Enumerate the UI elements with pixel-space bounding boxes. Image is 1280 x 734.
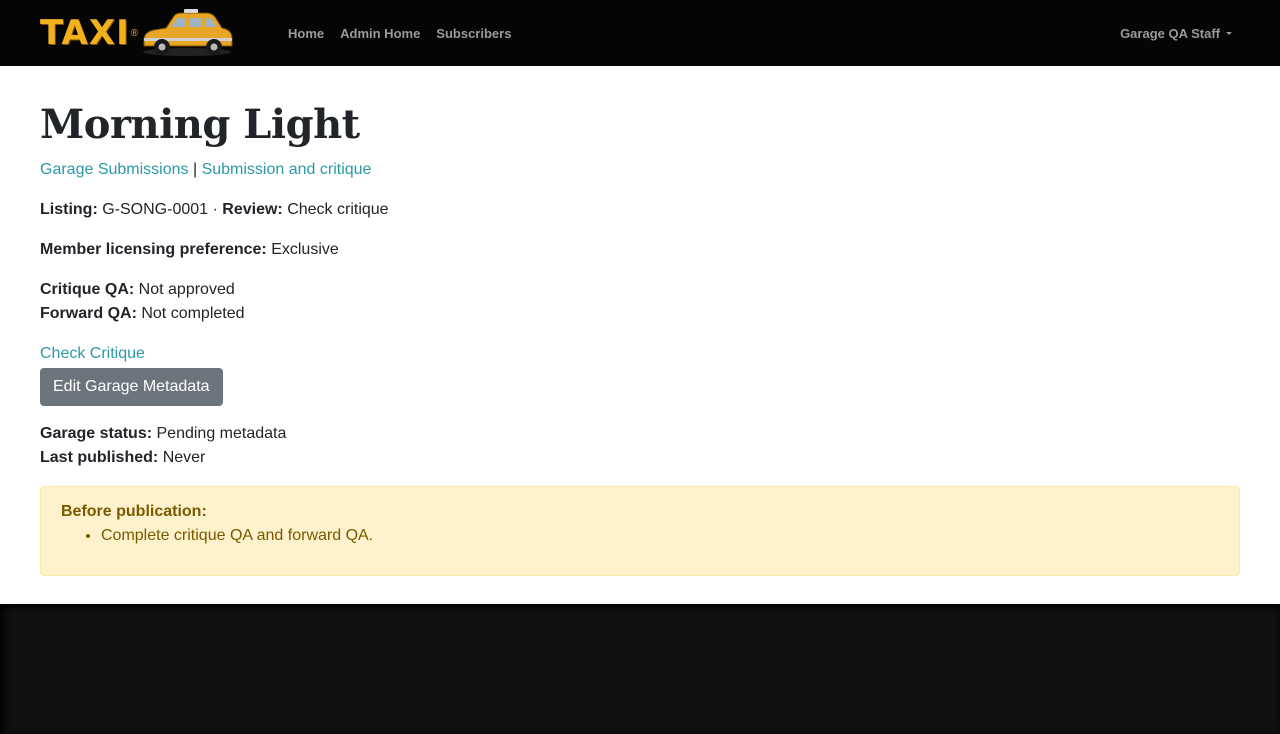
critique-qa-label: Critique QA: (40, 281, 135, 298)
critique-qa-row: Critique QA: Not approved (40, 278, 1240, 302)
breadcrumb-separator: | (192, 161, 198, 178)
page-footer (0, 604, 1280, 734)
licensing-label: Member licensing preference: (40, 241, 267, 258)
brand-registered-mark: ® (130, 27, 139, 39)
user-menu-dropdown[interactable]: Garage QA Staff (1120, 0, 1232, 66)
listing-value: G-SONG-0001 (102, 201, 209, 218)
separator-dot: · (212, 201, 218, 218)
nav-subscribers-link[interactable]: Subscribers (436, 26, 511, 41)
caret-down-icon (1226, 31, 1232, 35)
listing-label: Listing: (40, 201, 98, 218)
licensing-row: Member licensing preference: Exclusive (40, 238, 1240, 262)
critique-qa-value: Not approved (138, 281, 235, 298)
check-critique-link[interactable]: Check Critique (40, 345, 145, 362)
check-critique-row: Check Critique (40, 342, 1240, 366)
taxi-car-icon (143, 9, 233, 56)
last-published-value: Never (162, 449, 206, 466)
nav-admin-home-link[interactable]: Admin Home (340, 26, 420, 41)
alert-list: Complete critique QA and forward QA. (61, 524, 1219, 548)
top-navbar: TAXI ® Home Admin Home Subscribers Garag… (0, 0, 1280, 66)
list-item: Complete critique QA and forward QA. (101, 524, 1219, 548)
forward-qa-row: Forward QA: Not completed (40, 302, 1240, 326)
review-label: Review: (222, 201, 283, 218)
listing-review-row: Listing: G-SONG-0001 · Review: Check cri… (40, 198, 1240, 222)
nav-home-link[interactable]: Home (288, 26, 324, 41)
forward-qa-value: Not completed (141, 305, 245, 322)
garage-submissions-link[interactable]: Garage Submissions (40, 161, 189, 178)
last-published-label: Last published: (40, 449, 159, 466)
user-menu-label: Garage QA Staff (1120, 25, 1220, 41)
garage-status-label: Garage status: (40, 425, 153, 442)
last-published-row: Last published: Never (40, 446, 1240, 470)
review-value: Check critique (287, 201, 389, 218)
garage-status-value: Pending metadata (156, 425, 287, 442)
forward-qa-label: Forward QA: (40, 305, 137, 322)
submission-critique-link[interactable]: Submission and critique (202, 161, 372, 178)
page-title: Morning Light (40, 101, 360, 148)
alert-heading: Before publication: (61, 503, 207, 520)
main-content: Morning Light Garage Submissions | Submi… (0, 66, 1280, 576)
edit-garage-metadata-button[interactable]: Edit Garage Metadata (40, 368, 223, 406)
brand-logo-text: TAXI (40, 13, 130, 53)
before-publication-alert: Before publication: Complete critique QA… (40, 486, 1240, 576)
brand-logo[interactable]: TAXI ® (40, 5, 272, 61)
breadcrumb: Garage Submissions | Submission and crit… (40, 158, 1240, 182)
licensing-value: Exclusive (271, 241, 339, 258)
main-nav: Home Admin Home Subscribers (288, 26, 527, 41)
garage-status-row: Garage status: Pending metadata (40, 422, 1240, 446)
